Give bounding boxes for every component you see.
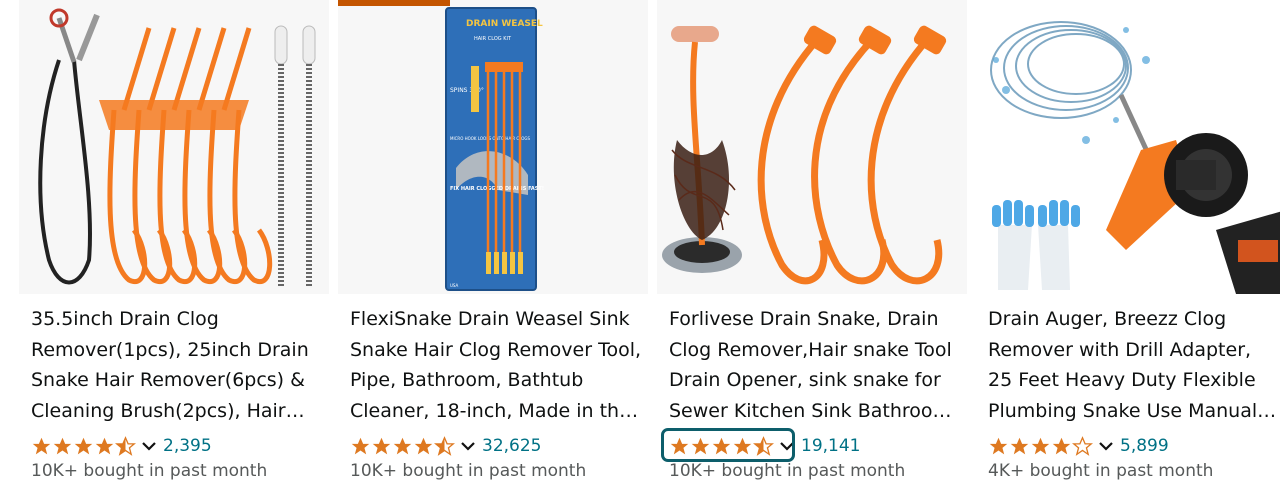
ratings-count-link[interactable]: 5,899 xyxy=(1120,436,1169,456)
package-brand: DRAIN WEASEL xyxy=(466,19,543,29)
ratings-count-link[interactable]: 19,141 xyxy=(801,436,860,456)
rating-row: 5,899 xyxy=(988,433,1169,459)
star-rating[interactable] xyxy=(31,435,136,457)
package-footer: USA xyxy=(450,283,459,288)
chevron-down-icon[interactable] xyxy=(1098,438,1114,454)
star-rating[interactable] xyxy=(350,435,455,457)
star-icon xyxy=(1052,437,1071,454)
star-icon xyxy=(95,437,114,454)
ratings-count-link[interactable]: 32,625 xyxy=(482,436,541,456)
star-icon xyxy=(989,437,1008,454)
bought-in-past-month: 10K+ bought in past month xyxy=(31,461,268,481)
star-rating[interactable] xyxy=(988,435,1093,457)
star-icon xyxy=(414,437,433,454)
chevron-down-icon[interactable] xyxy=(779,438,795,454)
half-star-icon xyxy=(753,435,774,456)
product-image[interactable] xyxy=(19,0,329,294)
product-title[interactable]: 35.5inch Drain Clog Remover(1pcs), 25inc… xyxy=(31,304,323,426)
star-icon xyxy=(32,437,51,454)
drain-auger-image xyxy=(976,0,1280,294)
chevron-down-icon[interactable] xyxy=(460,438,476,454)
star-icon xyxy=(1010,437,1029,454)
chevron-down-icon[interactable] xyxy=(141,438,157,454)
product-image[interactable] xyxy=(976,0,1280,294)
product-card[interactable]: Drain Auger, Breezz Clog Remover with Dr… xyxy=(976,0,1280,486)
star-icon xyxy=(74,437,93,454)
star-rating[interactable] xyxy=(669,435,774,457)
star-icon xyxy=(712,437,731,454)
drain-snake-set-image xyxy=(19,0,329,294)
bought-in-past-month: 10K+ bought in past month xyxy=(669,461,906,481)
drain-weasel-package-image: DRAIN WEASEL HAIR CLOG KIT SPINS 360° MI… xyxy=(338,0,648,294)
drain-snake-hair-image xyxy=(657,0,967,294)
star-icon xyxy=(1031,437,1050,454)
product-card[interactable]: Forlivese Drain Snake, Drain Clog Remove… xyxy=(657,0,967,486)
star-icon xyxy=(351,437,370,454)
star-icon xyxy=(670,437,689,454)
product-image[interactable] xyxy=(657,0,967,294)
empty-star-icon xyxy=(1072,435,1093,456)
rating-row: 19,141 xyxy=(669,433,860,459)
half-star-icon xyxy=(434,435,455,456)
product-title[interactable]: Forlivese Drain Snake, Drain Clog Remove… xyxy=(669,304,961,426)
product-title[interactable]: FlexiSnake Drain Weasel Sink Snake Hair … xyxy=(350,304,642,426)
product-title[interactable]: Drain Auger, Breezz Clog Remover with Dr… xyxy=(988,304,1280,426)
star-icon xyxy=(372,437,391,454)
product-card[interactable]: DRAIN WEASEL HAIR CLOG KIT SPINS 360° MI… xyxy=(338,0,648,486)
ratings-count-link[interactable]: 2,395 xyxy=(163,436,212,456)
half-star-icon xyxy=(115,435,136,456)
rating-row: 2,395 xyxy=(31,433,212,459)
rating-row: 32,625 xyxy=(350,433,541,459)
star-icon xyxy=(53,437,72,454)
bought-in-past-month: 4K+ bought in past month xyxy=(988,461,1214,481)
star-icon xyxy=(691,437,710,454)
bought-in-past-month: 10K+ bought in past month xyxy=(350,461,587,481)
product-card[interactable]: 35.5inch Drain Clog Remover(1pcs), 25inc… xyxy=(19,0,329,486)
package-note: MICRO HOOK LOOPS ONTO HAIR CLOGS xyxy=(450,136,531,141)
star-icon xyxy=(393,437,412,454)
package-subtitle: HAIR CLOG KIT xyxy=(474,36,512,42)
product-image[interactable]: DRAIN WEASEL HAIR CLOG KIT SPINS 360° MI… xyxy=(338,0,648,294)
star-icon xyxy=(733,437,752,454)
